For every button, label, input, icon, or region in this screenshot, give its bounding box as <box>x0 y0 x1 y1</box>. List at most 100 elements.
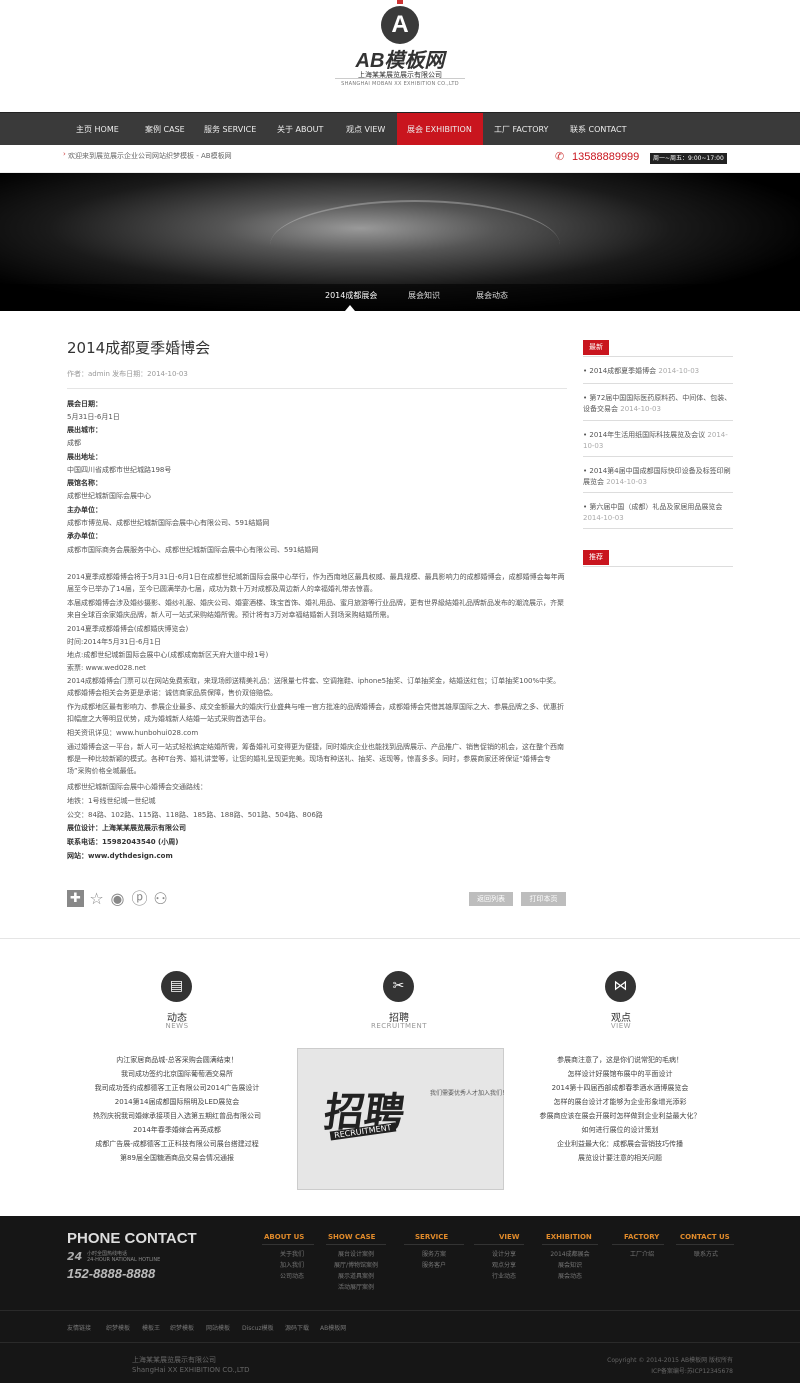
list-item[interactable]: 2014第十四届西部成都春季酒水酒博展览会 <box>520 1081 720 1095</box>
nav-item-factory[interactable]: 工厂 FACTORY <box>486 113 556 146</box>
footer-col-title[interactable]: FACTORY <box>624 1233 659 1241</box>
footer-link[interactable]: 工厂介绍 <box>612 1249 672 1258</box>
icp-number[interactable]: ICP备案编号:苏ICP12345678 <box>560 1366 733 1375</box>
field-label: 承办单位： <box>67 532 102 540</box>
list-item[interactable]: 怎样设计好展馆布展中的平面设计 <box>520 1067 720 1081</box>
footer-col-title[interactable]: SHOW CASE <box>328 1233 375 1241</box>
phone-icon: ✆ <box>555 150 565 163</box>
back-to-list-button[interactable]: 返回列表 <box>469 892 513 906</box>
list-item[interactable]: 第89届全国糖酒商品交易会情况通报 <box>77 1151 277 1165</box>
nav-item-home[interactable]: 主页 HOME <box>68 113 127 146</box>
person-icon[interactable]: ⚇ <box>152 890 169 907</box>
nav-item-service[interactable]: 服务 SERVICE <box>196 113 264 146</box>
pinterest-icon[interactable]: ⓟ <box>131 890 148 907</box>
footer-link[interactable]: 关于我们 <box>262 1249 322 1258</box>
nav-item-view[interactable]: 观点 VIEW <box>338 113 393 146</box>
friend-link[interactable]: Discuz模板 <box>242 1323 274 1332</box>
list-item[interactable]: 企业利益最大化：成都展会营销技巧传播 <box>520 1137 720 1151</box>
footer-phone-title: PHONE CONTACT <box>67 1230 197 1247</box>
divider <box>676 1244 734 1245</box>
list-item[interactable]: 我司成功签约北京国际葡萄酒交易所 <box>77 1067 277 1081</box>
field-value: 5月31日-6月1日 <box>67 413 120 421</box>
main-nav: 主页 HOME 案例 CASE 服务 SERVICE 关于 ABOUT 观点 V… <box>0 112 800 146</box>
article-paragraph: 2014夏季成都婚博会将于5月31日-6月1日在成都世纪城新国际会展中心举行，作… <box>67 573 565 593</box>
friend-link[interactable]: 模板王 <box>142 1323 160 1332</box>
article-paragraph: 2014夏季成都婚博会(成都婚庆博览会) <box>67 625 189 633</box>
friend-links-label: 友情链接 <box>67 1325 92 1332</box>
print-page-button[interactable]: 打印本页 <box>521 892 566 906</box>
list-item[interactable]: 参展商注意了，这是你们说常犯的毛病！ <box>520 1053 720 1067</box>
list-item[interactable]: 我司成功签约成都德客工正有限公司2014广告展设计 <box>77 1081 277 1095</box>
nav-item-about[interactable]: 关于 ABOUT <box>269 113 331 146</box>
list-item[interactable]: 2014年春季婚嫁会再英成都 <box>77 1123 277 1137</box>
divider <box>67 388 567 389</box>
footer-link[interactable]: 展台设计案例 <box>326 1249 386 1258</box>
list-item[interactable]: 怎样的展台设计才能够为企业形象增光添彩 <box>520 1095 720 1109</box>
sidebar-latest-item[interactable]: • 第六届中国（成都）礼品及家居用品展览会 2014-10-03 <box>583 502 733 524</box>
footer-24h: 24 <box>67 1250 83 1263</box>
company-name-cn: 上海某某展览展示有限公司 <box>358 71 442 79</box>
list-item[interactable]: 内江家居商品城-总客采购会圆满结束！ <box>77 1053 277 1067</box>
footer-link[interactable]: 2014成都展会 <box>540 1249 600 1258</box>
footer-link[interactable]: 展会知识 <box>540 1260 600 1269</box>
contact-phone: 联系电话：15982043540 (小周) <box>67 838 179 846</box>
footer-link[interactable]: 展厅/博物馆案例 <box>326 1260 386 1269</box>
footer-col-title[interactable]: SERVICE <box>415 1233 448 1241</box>
footer-link[interactable]: 展示道具案例 <box>326 1271 386 1280</box>
article-paragraph: 地铁：1号线世纪城一世纪城 <box>67 797 156 805</box>
divider <box>326 1244 386 1245</box>
friend-link[interactable]: 源码下载 <box>285 1323 309 1332</box>
list-item[interactable]: 成都广告展-成都德客工正科技有限公司展台搭建过程 <box>77 1137 277 1151</box>
friend-link[interactable]: AB模板网 <box>320 1323 346 1332</box>
banner-tab-knowledge[interactable]: 展会知识 <box>408 290 440 301</box>
sidebar-latest-item[interactable]: • 2014第4届中国成都国际快印设备及标签印刷展览会 2014-10-03 <box>583 466 733 488</box>
footer-col-title[interactable]: ABOUT US <box>264 1233 304 1241</box>
banner-tab-news[interactable]: 展会动态 <box>476 290 508 301</box>
footer-link[interactable]: 公司动态 <box>262 1271 322 1280</box>
article-paragraph: 公交：84路、102路、115路、118路、185路、188路、501路、504… <box>67 811 323 819</box>
nav-item-exhibition[interactable]: 展会 EXHIBITION <box>397 113 483 146</box>
list-item[interactable]: 参展商应该在展会开展时怎样做到企业利益最大化？ <box>520 1109 720 1123</box>
article-paragraph: 相关资讯详见：www.hunbohui028.com <box>67 729 199 737</box>
nav-item-case[interactable]: 案例 CASE <box>137 113 193 146</box>
article-paragraph: 索票: www.wed028.net <box>67 664 146 672</box>
footer-link[interactable]: 活动展厅案例 <box>326 1282 386 1291</box>
banner-tab-exhibition-2014[interactable]: 2014成都展会 <box>325 290 377 301</box>
footer-link[interactable]: 服务客户 <box>404 1260 464 1269</box>
friend-link[interactable]: 网站模板 <box>206 1323 230 1332</box>
article-title: 2014成都夏季婚博会 <box>67 339 211 357</box>
list-item[interactable]: 热烈庆祝我司婚嫁承接项目入选第五期红曾品有限公司 <box>77 1109 277 1123</box>
friend-link[interactable]: 织梦模板 <box>170 1323 194 1332</box>
section-subtitle-recruit: RECRUITMENT <box>371 1022 427 1030</box>
star-icon[interactable]: ☆ <box>88 890 105 907</box>
recruit-icon: ✂ <box>383 971 414 1002</box>
divider <box>0 1310 800 1311</box>
footer-col-title[interactable]: EXHIBITION <box>546 1233 592 1241</box>
weibo-icon[interactable]: ◉ <box>109 890 126 907</box>
chevron-right-icon: › <box>63 150 66 158</box>
footer-col-title[interactable]: CONTACT US <box>680 1233 730 1241</box>
footer-phone-number: 152-8888-8888 <box>67 1266 156 1281</box>
footer-link[interactable]: 展会动态 <box>540 1271 600 1280</box>
logo-text[interactable]: AB模板网 <box>0 44 800 73</box>
list-item[interactable]: 展览设计要注意的相关问题 <box>520 1151 720 1165</box>
footer-link[interactable]: 加入我们 <box>262 1260 322 1269</box>
nav-item-contact[interactable]: 联系 CONTACT <box>562 113 634 146</box>
footer-link[interactable]: 观点分享 <box>474 1260 534 1269</box>
footer-col-title[interactable]: VIEW <box>499 1233 520 1241</box>
list-item[interactable]: 2014第14届成都国际照明及LED展览会 <box>77 1095 277 1109</box>
friend-link[interactable]: 织梦模板 <box>106 1323 130 1332</box>
footer-link[interactable]: 行业动态 <box>474 1271 534 1280</box>
footer-link[interactable]: 设计分享 <box>474 1249 534 1258</box>
sidebar-latest-item[interactable]: • 2014成都夏季婚博会 2014-10-03 <box>583 366 733 377</box>
sidebar-latest-item[interactable]: • 2014年生活用纸国际科技展览及会议 2014-10-03 <box>583 430 733 452</box>
logo-badge[interactable]: A <box>381 6 419 44</box>
plus-icon[interactable]: ✚ <box>67 890 84 907</box>
contact-website: 网站：www.dythdesign.com <box>67 852 173 860</box>
footer-link[interactable]: 联系方式 <box>676 1249 736 1258</box>
sidebar-latest-item[interactable]: • 第72届中国国际医药原料药、中间体、包装、设备交易会 2014-10-03 <box>583 393 733 415</box>
footer-link[interactable]: 服务方案 <box>404 1249 464 1258</box>
divider <box>583 420 733 421</box>
list-item[interactable]: 如何进行展位的设计策划 <box>520 1123 720 1137</box>
field-label: 展会日期： <box>67 400 102 408</box>
